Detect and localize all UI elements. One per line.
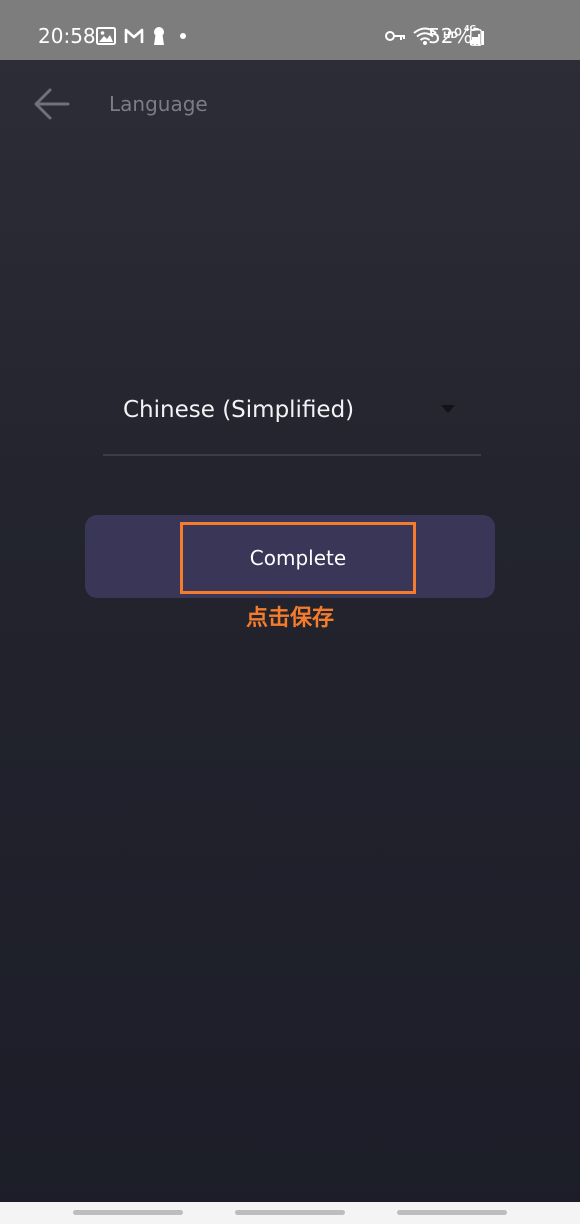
arrow-left-icon	[28, 82, 76, 130]
battery-percent: 52%	[428, 24, 473, 48]
page-title: Language	[109, 92, 208, 116]
dropdown-arrow-icon	[441, 405, 455, 413]
nav-back-handle[interactable]	[397, 1210, 507, 1215]
navigation-bar	[0, 1202, 580, 1224]
back-button[interactable]	[28, 82, 76, 130]
dot-icon	[174, 27, 188, 45]
keyhole-icon	[152, 26, 166, 46]
gmail-icon	[124, 27, 144, 45]
battery-icon	[470, 28, 482, 46]
language-select[interactable]: Chinese (Simplified)	[103, 382, 481, 456]
status-left-icons	[96, 25, 188, 47]
nav-recents-handle[interactable]	[73, 1210, 183, 1215]
language-select-value: Chinese (Simplified)	[123, 397, 355, 423]
status-bar: 20:58 HD 4G 52%	[0, 0, 580, 60]
complete-button-label: Complete	[249, 546, 347, 570]
nav-home-handle[interactable]	[235, 1210, 345, 1215]
vpn-key-icon	[384, 29, 407, 43]
app-bar: Language	[0, 60, 580, 150]
save-annotation: 点击保存	[246, 606, 335, 631]
image-icon	[96, 27, 116, 45]
status-time: 20:58	[38, 24, 96, 48]
